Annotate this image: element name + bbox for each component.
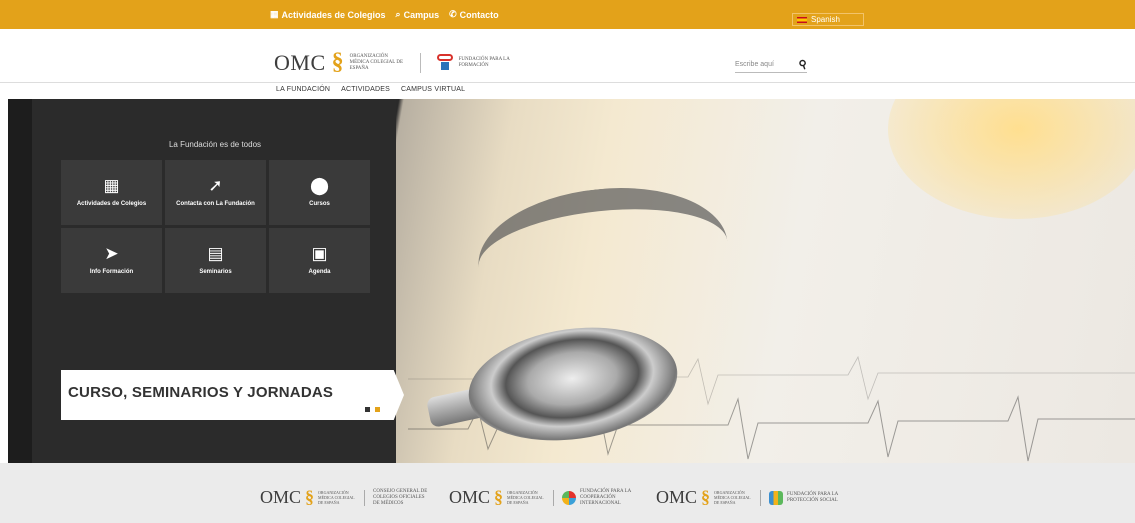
quick-links-grid: ▦ Actividades de Colegios ➚ Contacta con… — [61, 160, 370, 293]
section-title: La Fundación es de todos — [168, 140, 262, 149]
slider-dot-2[interactable] — [375, 407, 380, 412]
omc-snake-icon: § — [331, 49, 344, 75]
footer-logo-cgcom[interactable]: OMC § ORGANIZACIÓN MÉDICA COLEGIAL DE ES… — [260, 487, 431, 508]
phone-icon: ✆ — [449, 9, 457, 19]
tile-cursos[interactable]: ⬤ Cursos — [269, 160, 370, 225]
calendar-grid-icon: ▦ — [103, 176, 120, 195]
main-nav: LA FUNDACIÓN ACTIVIDADES CAMPUS VIRTUAL — [0, 82, 1135, 99]
tile-agenda[interactable]: ▣ Agenda — [269, 228, 370, 293]
omc-snake-icon: § — [701, 487, 711, 507]
banner-title: CURSO, SEMINARIOS Y JORNADAS — [68, 384, 334, 401]
site-logo[interactable]: OMC § ORGANIZACIÓN MÉDICA COLEGIAL DE ES… — [274, 49, 515, 76]
top-link-contacto[interactable]: ✆ Contacto — [449, 9, 499, 20]
language-selector[interactable]: Spanish — [792, 13, 864, 26]
search-input[interactable]: Escribe aquí — [735, 61, 774, 68]
omc-snake-icon: § — [305, 487, 315, 507]
map-pin-icon: ⬤ — [309, 176, 330, 195]
slider-dot-1[interactable] — [365, 407, 370, 412]
omc-snake-icon: § — [494, 487, 504, 507]
nav-item-fundacion[interactable]: LA FUNDACIÓN — [276, 86, 330, 93]
paper-plane-icon: ➤ — [104, 244, 119, 263]
tile-seminarios[interactable]: ▤ Seminarios — [165, 228, 266, 293]
footer-logo-cooperacion[interactable]: OMC § ORGANIZACIÓN MÉDICA COLEGIAL DE ES… — [449, 487, 638, 508]
nav-item-actividades[interactable]: ACTIVIDADES — [341, 86, 390, 93]
footer-logo-proteccion[interactable]: OMC § ORGANIZACIÓN MÉDICA COLEGIAL DE ES… — [656, 487, 845, 508]
footer: OMC § ORGANIZACIÓN MÉDICA COLEGIAL DE ES… — [0, 463, 1135, 523]
globe-icon — [562, 490, 577, 505]
header: OMC § ORGANIZACIÓN MÉDICA COLEGIAL DE ES… — [0, 29, 1135, 82]
foundation-logo-icon — [435, 53, 453, 72]
spain-flag-icon — [797, 16, 807, 23]
grid-icon: ▦ — [270, 9, 279, 19]
tile-contacta[interactable]: ➚ Contacta con La Fundación — [165, 160, 266, 225]
certificate-icon: ▤ — [207, 244, 224, 263]
search-box[interactable]: Escribe aquí ⚲ — [735, 57, 809, 73]
tile-actividades-colegios[interactable]: ▦ Actividades de Colegios — [61, 160, 162, 225]
tile-info-formacion[interactable]: ➤ Info Formación — [61, 228, 162, 293]
top-link-campus[interactable]: ⌕ Campus — [396, 9, 440, 20]
top-links: ▦ Actividades de Colegios ⌕ Campus ✆ Contac… — [270, 9, 499, 20]
cursor-click-icon: ➚ — [208, 176, 223, 195]
people-icon — [769, 490, 784, 505]
slide-banner[interactable]: CURSO, SEMINARIOS Y JORNADAS — [61, 370, 404, 420]
nav-item-campus[interactable]: CAMPUS VIRTUAL — [401, 86, 465, 93]
logo-divider — [419, 52, 421, 73]
footer-logos: OMC § ORGANIZACIÓN MÉDICA COLEGIAL DE ES… — [260, 487, 845, 508]
slider-dots — [365, 407, 380, 412]
top-bar: ▦ Actividades de Colegios ⌕ Campus ✆ Contac… — [0, 0, 1135, 29]
top-link-actividades[interactable]: ▦ Actividades de Colegios — [270, 9, 386, 20]
stethoscope-image — [425, 176, 735, 463]
calendar-icon: ▣ — [311, 244, 328, 263]
search-icon[interactable]: ⚲ — [797, 57, 809, 72]
search-icon: ⌕ — [395, 9, 401, 19]
